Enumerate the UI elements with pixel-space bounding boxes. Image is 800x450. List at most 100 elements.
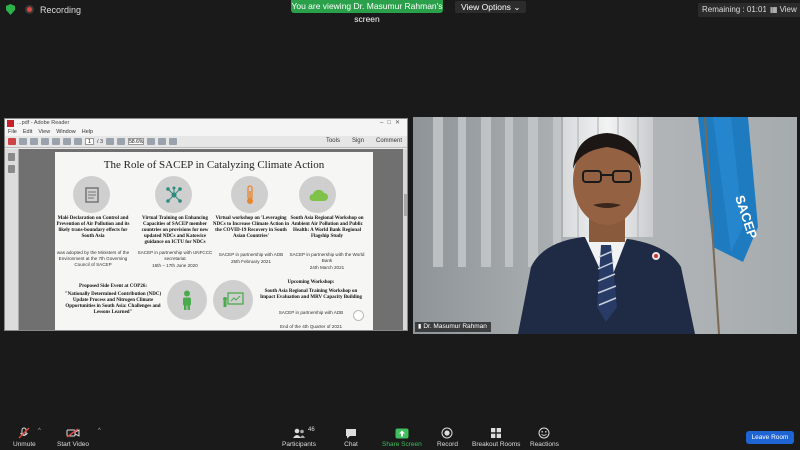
column-heading: Virtual Training on Enhancing Capacities…: [141, 216, 209, 245]
save-icon[interactable]: [30, 138, 38, 145]
breakout-rooms-button[interactable]: Breakout Rooms: [472, 427, 520, 448]
column-detail: was adopted by the Ministers of the Envi…: [56, 250, 130, 267]
video-options-caret-icon[interactable]: ^: [98, 428, 101, 434]
reader-document-area: The Role of SACEP in Catalyzing Climate …: [5, 149, 407, 330]
create-pdf-icon[interactable]: [8, 138, 16, 145]
cloud-icon: [299, 176, 336, 213]
scroll-thumb[interactable]: [404, 194, 407, 216]
reader-side-panel: [5, 149, 19, 330]
menu-file[interactable]: File: [8, 128, 17, 136]
menu-edit[interactable]: Edit: [23, 128, 32, 136]
slide-page: The Role of SACEP in Catalyzing Climate …: [55, 152, 373, 330]
recording-indicator: Recording: [6, 4, 81, 15]
reader-toolbar: 1 / 3 58.6% Tools Sign Comment: [5, 136, 407, 148]
share-screen-icon: [394, 427, 410, 439]
column-date: 25th February 2021: [230, 259, 272, 264]
reactions-label: Reactions: [530, 441, 559, 448]
window-controls[interactable]: –□✕: [380, 119, 404, 128]
unmute-label: Unmute: [13, 441, 36, 448]
view-button[interactable]: ▦ View: [766, 3, 800, 17]
audio-options-caret-icon[interactable]: ^: [38, 428, 41, 434]
column-detail: SACEP in partnership with UNFCCC secreta…: [137, 250, 213, 261]
page-number-input[interactable]: 1: [85, 138, 94, 145]
view-options-button[interactable]: View Options ⌄: [455, 1, 527, 13]
adobe-reader-window: ...pdf - Adobe Reader –□✕ File Edit View…: [4, 118, 408, 331]
record-button[interactable]: Record: [437, 427, 458, 448]
thermometer-icon: [231, 176, 268, 213]
video-frame: SACEP: [413, 117, 797, 334]
viewing-screen-banner: You are viewing Dr. Masumur Rahman's scr…: [291, 0, 443, 24]
menu-window[interactable]: Window: [56, 128, 76, 136]
menu-view[interactable]: View: [38, 128, 50, 136]
share-screen-label: Share Screen: [382, 441, 422, 448]
fit-page-icon[interactable]: [147, 138, 156, 145]
side-event-label: Proposed Side Event at COP26:: [79, 284, 147, 289]
fit-width-icon[interactable]: [158, 138, 167, 145]
upcoming-workshop-label: Upcoming Workshop:: [287, 280, 335, 285]
zoom-in-icon[interactable]: [117, 138, 126, 145]
column-date: 24th March 2021: [309, 265, 345, 270]
presentation-board-icon: [213, 280, 253, 320]
share-screen-button[interactable]: Share Screen: [382, 427, 422, 448]
column-detail: SACEP in partnership with the World Bank: [289, 252, 365, 263]
column-virtual-workshop: Virtual workshop on 'Leveraging NDCs to …: [211, 216, 291, 265]
upcoming-partner: SACEP in partnership with ADB: [278, 310, 344, 315]
tools-tab[interactable]: Tools: [323, 138, 343, 144]
meeting-top-bar: Recording You are viewing Dr. Masumur Ra…: [0, 0, 800, 24]
view-options-label: View Options: [461, 2, 511, 12]
menu-help[interactable]: Help: [82, 128, 93, 136]
unmute-button[interactable]: Unmute: [13, 427, 36, 448]
column-male-declaration: Malé Declaration on Control and Preventi…: [55, 216, 133, 268]
reactions-button[interactable]: Reactions: [530, 427, 559, 448]
person-icon: [167, 280, 207, 320]
column-heading: South Asia Regional Workshop on Ambient …: [290, 216, 364, 239]
participants-icon: [291, 427, 307, 439]
page-thumbnails-icon[interactable]: [8, 153, 15, 161]
slide-title: The Role of SACEP in Catalyzing Climate …: [103, 159, 325, 171]
chat-button[interactable]: Chat: [343, 427, 359, 448]
document-icon: [73, 176, 110, 213]
record-label: Record: [437, 441, 458, 448]
participant-name: Dr. Masumur Rahman: [423, 323, 487, 330]
print-icon[interactable]: [41, 138, 49, 145]
comment-tab[interactable]: Comment: [373, 138, 405, 144]
reader-title-bar: ...pdf - Adobe Reader –□✕: [5, 119, 407, 128]
network-nodes-icon: [155, 176, 192, 213]
start-video-button[interactable]: Start Video: [57, 427, 89, 448]
record-icon: [439, 427, 455, 439]
sacep-logo: [353, 310, 364, 321]
read-mode-icon[interactable]: [169, 138, 178, 145]
video-off-icon: [65, 427, 81, 439]
prev-page-icon[interactable]: [63, 138, 71, 145]
page-total: / 3: [97, 138, 104, 145]
sign-tab[interactable]: Sign: [349, 138, 367, 144]
pdf-app-icon: [7, 120, 14, 127]
meeting-controls-bar: Unmute ^ Start Video ^ Participants Chat…: [0, 420, 800, 450]
muted-microphone-icon: [16, 427, 32, 439]
upcoming-date: End of the 4th Quarter of 2021: [279, 324, 343, 329]
participant-video[interactable]: SACEP ▮ Dr. Masumur Rahman: [413, 117, 797, 334]
breakout-rooms-icon: [488, 427, 504, 439]
zoom-input[interactable]: 58.6%: [128, 138, 145, 145]
reader-scrollbar[interactable]: [403, 149, 407, 330]
open-icon[interactable]: [19, 138, 27, 145]
chat-label: Chat: [344, 441, 358, 448]
column-air-pollution-workshop: South Asia Regional Workshop on Ambient …: [287, 216, 367, 271]
column-heading: Malé Declaration on Control and Preventi…: [56, 216, 130, 239]
security-shield-icon[interactable]: [6, 4, 15, 15]
chevron-down-icon: ⌄: [513, 2, 521, 12]
grid-view-icon: ▦: [770, 5, 778, 14]
breakout-rooms-label: Breakout Rooms: [472, 441, 521, 448]
email-icon[interactable]: [52, 138, 60, 145]
view-button-label: View: [779, 5, 797, 14]
attachments-icon[interactable]: [8, 165, 15, 173]
participant-name-tag: ▮ Dr. Masumur Rahman: [415, 322, 491, 332]
recording-label: Recording: [40, 4, 82, 15]
reader-menu-bar: File Edit View Window Help: [5, 128, 407, 136]
zoom-out-icon[interactable]: [106, 138, 115, 145]
smiley-icon: [536, 427, 552, 439]
column-detail: SACEP in partnership with ADB: [218, 252, 284, 257]
column-virtual-training: Virtual Training on Enhancing Capacities…: [135, 216, 215, 269]
leave-room-button[interactable]: Leave Room: [746, 431, 794, 444]
next-page-icon[interactable]: [74, 138, 82, 145]
